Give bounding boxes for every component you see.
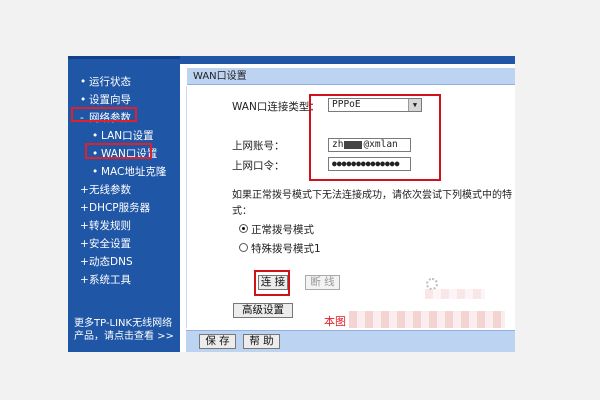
- watermark-text: 本图: [324, 315, 346, 328]
- sidebar-menu: • 运行状态 • 设置向导 - 网络参数 • LAN口设置 • WAN口设置 • MAC地址…: [68, 73, 180, 289]
- save-button[interactable]: 保 存: [199, 334, 236, 349]
- more-products-link[interactable]: 更多TP-LINK无线网络 产品，请点击查看 >>: [74, 317, 178, 343]
- advanced-settings-button[interactable]: 高级设置: [233, 303, 293, 318]
- highlight-network-params: [71, 107, 137, 122]
- bullet-icon: •: [80, 76, 87, 88]
- sidebar-item-label: 转发规则: [89, 220, 131, 232]
- sidebar-nav: • 运行状态 • 设置向导 - 网络参数 • LAN口设置 • WAN口设置 • MAC地址…: [68, 56, 180, 352]
- sidebar-item-wireless[interactable]: +无线参数: [68, 181, 180, 199]
- top-blue-strip: [180, 56, 515, 64]
- highlight-connect-button: [254, 270, 290, 296]
- expand-icon: +: [80, 220, 89, 232]
- dial-mode-hint-line2: 式：: [232, 206, 252, 217]
- more-products-line2: 产品，请点击查看 >>: [74, 331, 174, 342]
- sidebar-item-label: 无线参数: [89, 184, 131, 196]
- sidebar-item-security[interactable]: +安全设置: [68, 235, 180, 253]
- expand-icon: +: [80, 256, 89, 268]
- blurred-watermark-2: [425, 289, 485, 299]
- panel-title: WAN口设置: [187, 68, 515, 85]
- expand-icon: +: [80, 202, 89, 214]
- sidebar-item-label: 动态DNS: [89, 256, 133, 268]
- sidebar-item-forwarding[interactable]: +转发规则: [68, 217, 180, 235]
- sidebar-item-dhcp[interactable]: +DHCP服务器: [68, 199, 180, 217]
- sidebar-item-mac-clone[interactable]: • MAC地址克隆: [68, 163, 180, 181]
- conn-type-label: WAN口连接类型：: [232, 101, 320, 113]
- radio-special-mode[interactable]: [239, 243, 248, 252]
- account-label: 上网账号：: [232, 140, 285, 152]
- sidebar-item-label: MAC地址克隆: [101, 166, 167, 178]
- expand-icon: +: [80, 274, 89, 286]
- special-mode-label: 特殊拨号模式1: [251, 243, 321, 255]
- highlight-input-group: [309, 94, 441, 181]
- sidebar-item-label: 系统工具: [89, 274, 131, 286]
- help-button[interactable]: 帮 助: [243, 334, 280, 349]
- dial-mode-hint-line1: 如果正常拨号模式下无法连接成功，请依次尝试下列模式中的特: [232, 190, 512, 201]
- highlight-wan-settings: [85, 143, 152, 159]
- sidebar-item-status[interactable]: • 运行状态: [68, 73, 180, 91]
- normal-mode-label: 正常拨号模式: [251, 224, 314, 236]
- blurred-watermark: [349, 311, 505, 328]
- bullet-icon: •: [92, 166, 99, 178]
- disconnect-button[interactable]: 断 线: [305, 275, 340, 290]
- sidebar-item-label: 运行状态: [89, 76, 131, 88]
- sidebar-item-label: 设置向导: [89, 94, 131, 106]
- expand-icon: +: [80, 238, 89, 250]
- sidebar-item-ddns[interactable]: +动态DNS: [68, 253, 180, 271]
- sidebar-item-label: 安全设置: [89, 238, 131, 250]
- sidebar-item-system-tools[interactable]: +系统工具: [68, 271, 180, 289]
- more-products-line1: 更多TP-LINK无线网络: [74, 318, 173, 329]
- radio-normal-mode[interactable]: [239, 224, 248, 233]
- password-label: 上网口令：: [232, 160, 285, 172]
- expand-icon: +: [80, 184, 89, 196]
- sidebar-item-label: DHCP服务器: [89, 202, 151, 214]
- sidebar-item-label: LAN口设置: [101, 130, 154, 142]
